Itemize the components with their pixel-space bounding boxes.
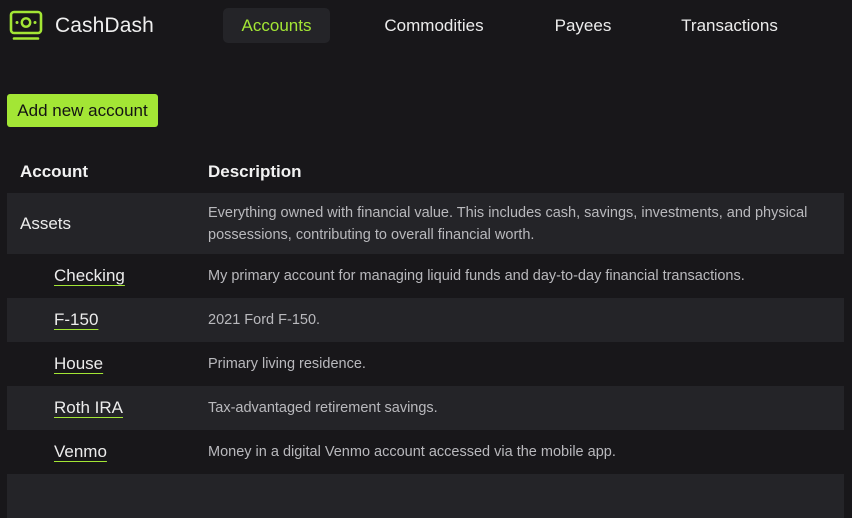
account-link-f150[interactable]: F-150 bbox=[54, 310, 98, 330]
nav-payees[interactable]: Payees bbox=[540, 8, 626, 43]
banknote-icon bbox=[9, 10, 43, 40]
nav-accounts[interactable]: Accounts bbox=[223, 8, 330, 43]
account-link-house[interactable]: House bbox=[54, 354, 103, 374]
table-row: Roth IRA Tax-advantaged retirement savin… bbox=[7, 386, 844, 430]
account-group-name: Assets bbox=[20, 213, 72, 233]
table-row: Venmo Money in a digital Venmo account a… bbox=[7, 430, 844, 474]
table-header: Account Description bbox=[7, 150, 844, 193]
nav-transactions[interactable]: Transactions bbox=[664, 8, 795, 43]
account-description: My primary account for managing liquid f… bbox=[208, 268, 745, 284]
column-header-account: Account bbox=[20, 162, 88, 181]
brand[interactable]: CashDash bbox=[8, 10, 154, 42]
table-row bbox=[7, 474, 844, 518]
account-description: Everything owned with financial value. T… bbox=[208, 204, 808, 243]
brand-name: CashDash bbox=[55, 14, 154, 37]
table-row: Checking My primary account for managing… bbox=[7, 254, 844, 298]
table-row: F-150 2021 Ford F-150. bbox=[7, 298, 844, 342]
account-link-checking[interactable]: Checking bbox=[54, 266, 125, 286]
account-description: Tax-advantaged retirement savings. bbox=[208, 400, 438, 416]
account-description: Money in a digital Venmo account accesse… bbox=[208, 444, 616, 460]
column-header-description: Description bbox=[208, 162, 302, 181]
account-description: 2021 Ford F-150. bbox=[208, 312, 321, 328]
table-row: House Primary living residence. bbox=[7, 342, 844, 386]
account-link-venmo[interactable]: Venmo bbox=[54, 442, 107, 462]
account-link-roth-ira[interactable]: Roth IRA bbox=[54, 398, 123, 418]
table-row: Assets Everything owned with financial v… bbox=[7, 193, 844, 254]
top-navigation-bar: CashDash Accounts Commodities Payees Tra… bbox=[0, 0, 852, 52]
account-description: Primary living residence. bbox=[208, 356, 366, 372]
accounts-table: Account Description Assets Everything ow… bbox=[7, 150, 844, 518]
add-account-button[interactable]: Add new account bbox=[7, 94, 158, 127]
nav-commodities[interactable]: Commodities bbox=[368, 8, 500, 43]
